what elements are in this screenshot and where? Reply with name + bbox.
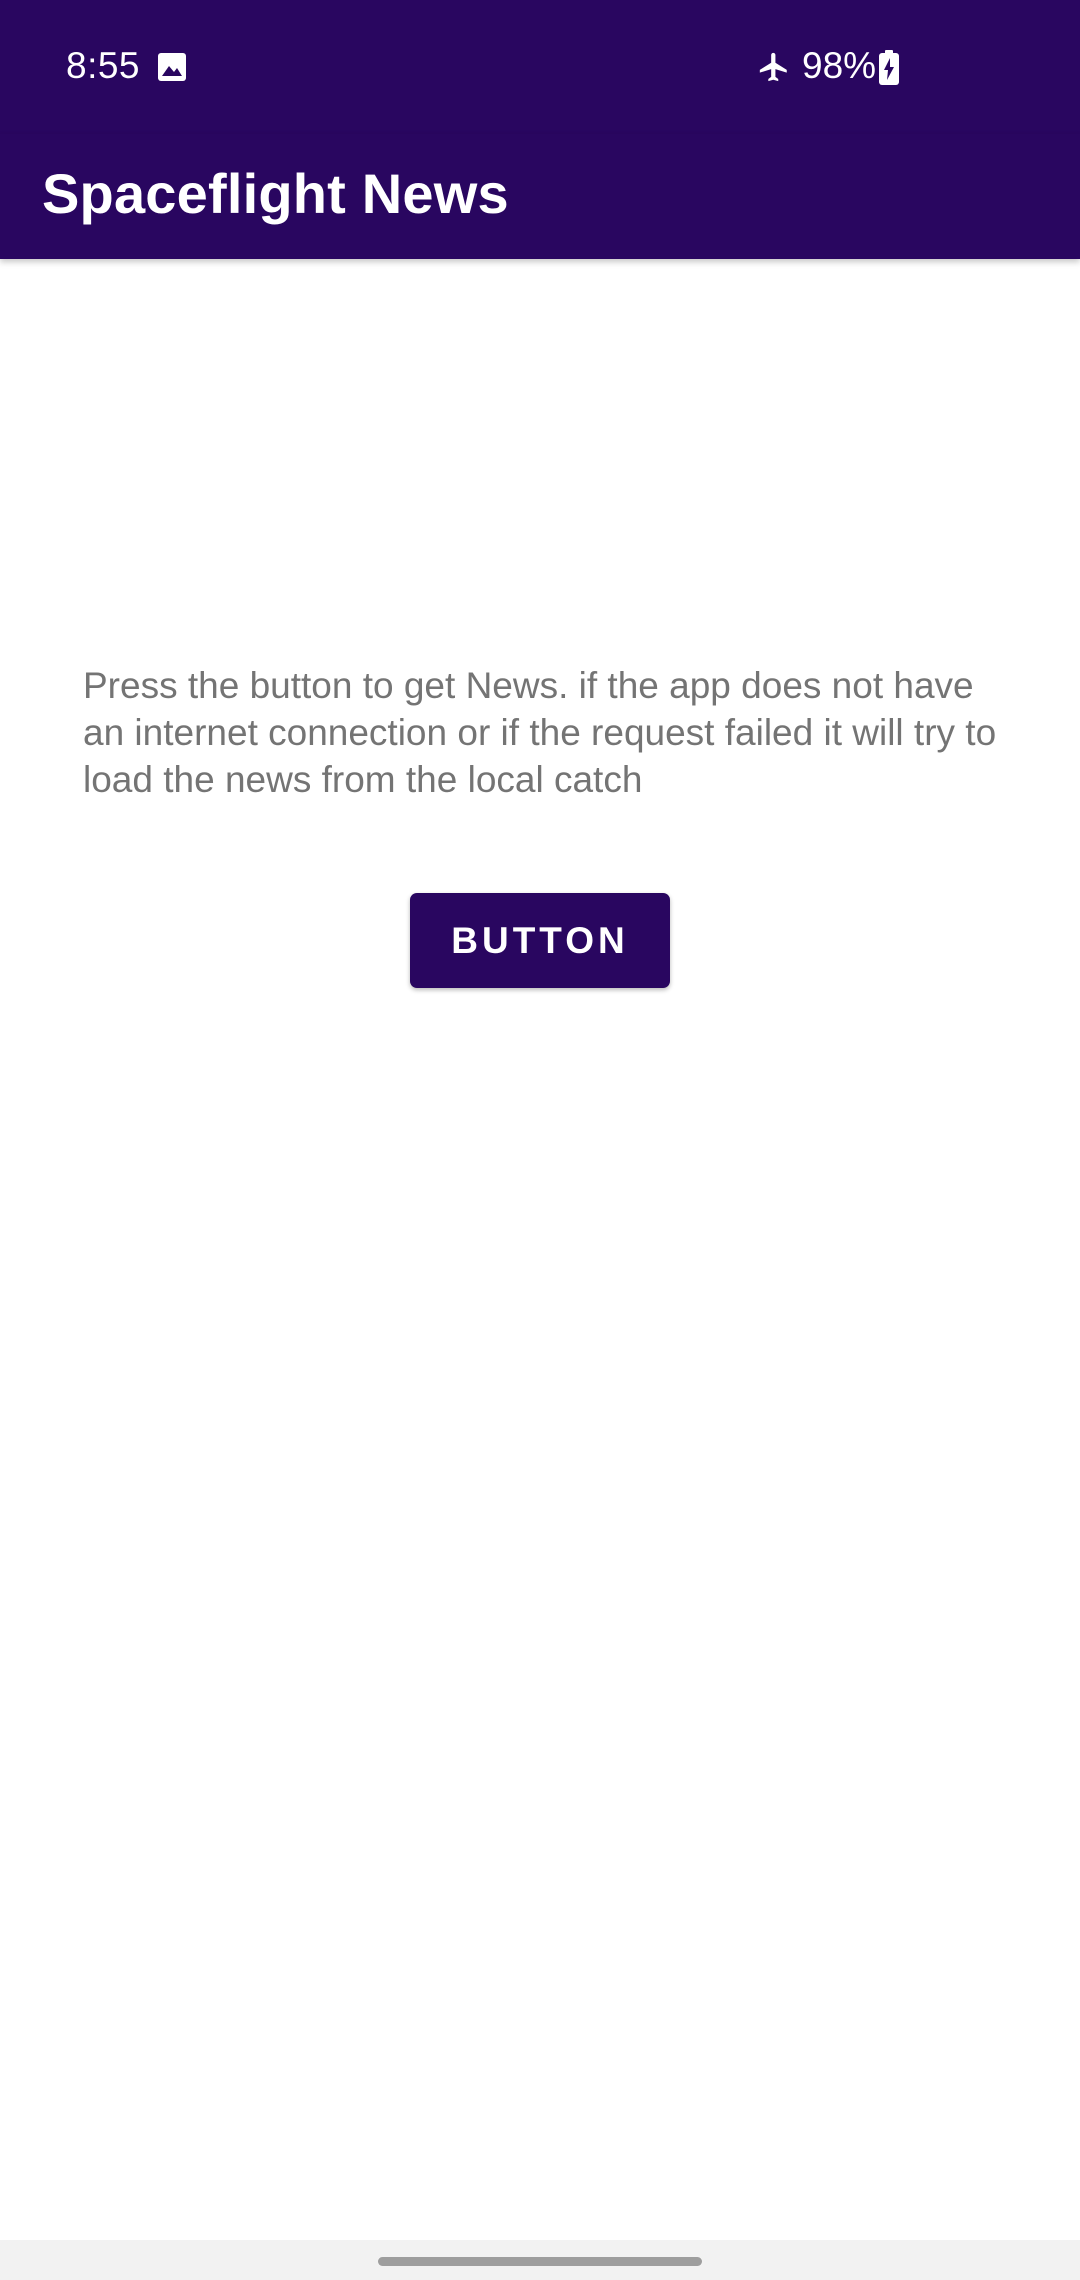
app-title: Spaceflight News [42, 162, 509, 225]
get-news-button[interactable]: BUTTON [410, 893, 670, 988]
gallery-icon [157, 52, 187, 82]
navigation-bar [0, 2240, 1080, 2280]
home-gesture-handle[interactable] [378, 2257, 702, 2266]
description-text: Press the button to get News. if the app… [83, 665, 997, 800]
airplane-mode-icon [757, 50, 791, 84]
app-bar: Spaceflight News [0, 134, 1080, 259]
status-bar: 8:55 98% [0, 0, 1080, 134]
status-time: 8:55 [66, 45, 141, 86]
battery-charging-icon [878, 50, 900, 86]
battery-percentage: 98% [802, 45, 877, 86]
